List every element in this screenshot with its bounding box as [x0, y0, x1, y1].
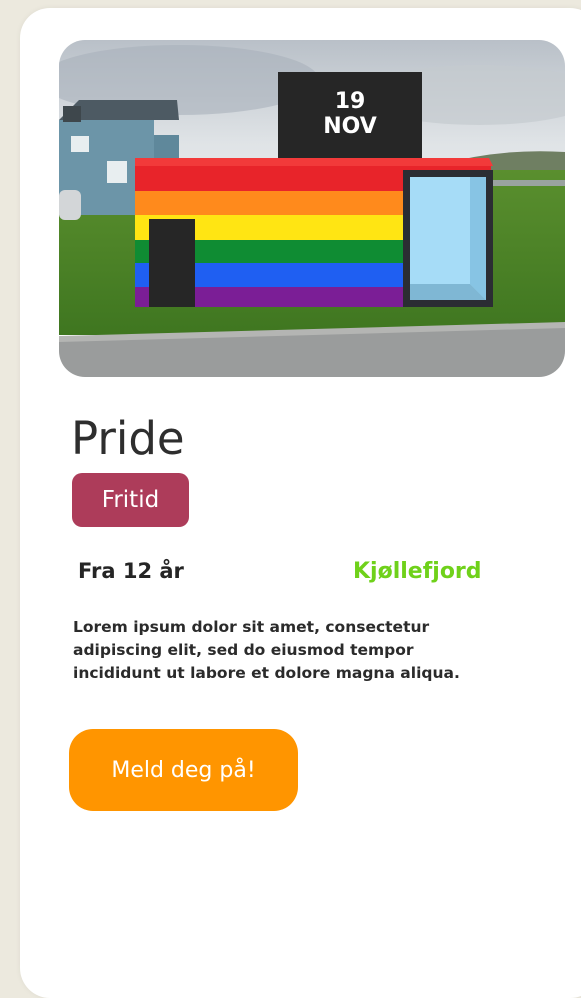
date-month: NOV: [323, 114, 377, 139]
category-badge: Fritid: [72, 473, 189, 527]
age-requirement: Fra 12 år: [78, 559, 184, 583]
signup-button[interactable]: Meld deg på!: [69, 729, 298, 811]
event-description: Lorem ipsum dolor sit amet, consectetur …: [73, 618, 460, 682]
event-location: Kjøllefjord: [353, 559, 482, 584]
date-badge: 19 NOV: [278, 72, 422, 158]
event-image: 19 NOV: [59, 40, 565, 377]
event-title: Pride: [71, 412, 185, 465]
date-day: 19: [334, 89, 366, 114]
event-card: 19 NOV Pride Fritid Fra 12 år Kjøllefjor…: [20, 8, 581, 998]
